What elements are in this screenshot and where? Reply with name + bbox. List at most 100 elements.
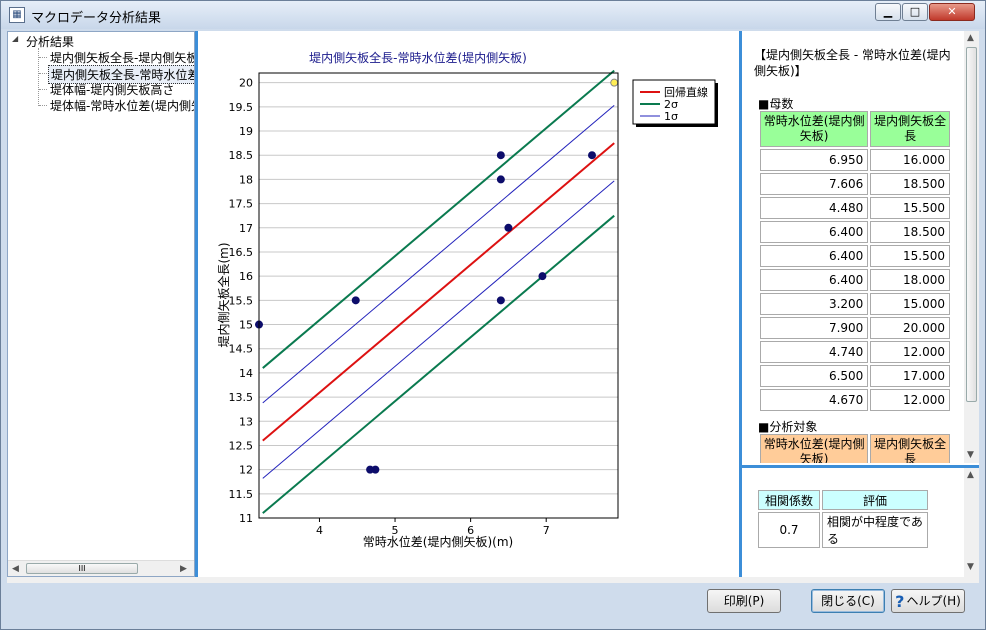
- target-col1-header: 常時水位差(堤内側矢板): [760, 434, 869, 463]
- expand-icon[interactable]: ◢: [12, 34, 18, 43]
- data-point: [496, 296, 505, 305]
- scatter-chart: 堤内側矢板全長-常時水位差(堤内側矢板) 11 11.5 12 12.5 13 13.5 1…: [216, 50, 718, 549]
- sheet-pile-length-cell: 12.000: [870, 389, 950, 411]
- tree-item-4[interactable]: 堤体幅-常時水位差(堤内側矢板): [50, 97, 194, 114]
- correlation-table: 相関係数 評価 0.7 相関が中程度である: [756, 488, 930, 550]
- tree-horizontal-scrollbar[interactable]: ◀ III ▶: [8, 560, 194, 576]
- help-button[interactable]: ? ヘルプ(H): [891, 589, 965, 613]
- y-tick-label: 11.5: [229, 488, 254, 501]
- population-col1-header: 常時水位差(堤内側矢板): [760, 111, 869, 147]
- x-tick-label: 4: [316, 524, 323, 537]
- y-tick-label: 14: [239, 367, 253, 380]
- y-tick-label: 14.5: [229, 343, 254, 356]
- population-row: 4.480 15.500: [760, 197, 950, 219]
- x-axis-label: 常時水位差(堤内側矢板)(m): [363, 534, 513, 549]
- close-window-button[interactable]: ✕: [929, 3, 975, 21]
- data-point: [496, 151, 505, 160]
- chart-legend: 回帰直線 2σ 1σ: [632, 79, 718, 127]
- result-pane: 【堤内側矢板全長 - 常時水位差(堤内側矢板)】 ■母数 常時水位差(堤内側矢板…: [742, 31, 979, 577]
- maximize-button[interactable]: □: [902, 3, 928, 21]
- population-row: 4.670 12.000: [760, 389, 950, 411]
- evaluation-value: 相関が中程度である: [822, 512, 929, 548]
- correlation-vertical-scrollbar[interactable]: ▲ ▼: [964, 468, 979, 577]
- scroll-down-icon[interactable]: ▼: [967, 562, 974, 572]
- info-scroll-thumb[interactable]: [966, 47, 977, 402]
- close-button[interactable]: 閉じる(C): [811, 589, 885, 613]
- data-point: [538, 272, 547, 281]
- chart-pane: 堤内側矢板全長-常時水位差(堤内側矢板) 11 11.5 12 12.5 13 13.5 1…: [198, 31, 739, 577]
- tree-item-3[interactable]: 堤体幅-堤内側矢板高さ: [50, 81, 174, 98]
- legend-regression-label: 回帰直線: [664, 85, 708, 99]
- legend-1sigma-label: 1σ: [664, 110, 678, 123]
- target-col2-header: 堤内側矢板全長: [870, 434, 950, 463]
- y-tick-label: 17.5: [229, 198, 254, 211]
- population-info: 【堤内側矢板全長 - 常時水位差(堤内側矢板)】 ■母数 常時水位差(堤内側矢板…: [742, 31, 964, 463]
- help-icon: ?: [895, 591, 905, 611]
- scroll-down-icon[interactable]: ▼: [967, 450, 974, 460]
- sheet-pile-length-cell: 15.500: [870, 245, 950, 267]
- y-tick-label: 19: [239, 125, 253, 138]
- population-row: 6.400 18.000: [760, 269, 950, 291]
- tree-item-1[interactable]: 堤内側矢板全長-堤内側矢板高さ: [50, 49, 194, 66]
- minimize-button[interactable]: ▁: [875, 3, 901, 21]
- y-tick-label: 11: [239, 512, 253, 525]
- population-col2-header: 堤内側矢板全長: [870, 111, 950, 147]
- population-row: 6.500 17.000: [760, 365, 950, 387]
- data-point: [610, 78, 619, 87]
- population-table: 常時水位差(堤内側矢板) 堤内側矢板全長 6.950 16.000 7.606 18.…: [758, 109, 952, 413]
- app-window: ▦ マクロデータ分析結果 ▁ □ ✕ ◢ 分析結果 堤内側矢板全長-堤内側矢板高…: [0, 0, 986, 630]
- y-tick-label: 16.5: [229, 246, 254, 259]
- sheet-pile-length-cell: 17.000: [870, 365, 950, 387]
- population-row: 3.200 15.000: [760, 293, 950, 315]
- correlation-pane: 相関係数 評価 0.7 相関が中程度である ▲ ▼: [742, 468, 979, 577]
- sheet-pile-length-cell: 18.500: [870, 221, 950, 243]
- x-tick-label: 7: [543, 524, 550, 537]
- population-row: 6.400 15.500: [760, 245, 950, 267]
- population-row: 4.740 12.000: [760, 341, 950, 363]
- scroll-up-icon[interactable]: ▲: [967, 470, 974, 480]
- water-level-diff-cell: 6.400: [760, 269, 869, 291]
- water-level-diff-cell: 7.900: [760, 317, 869, 339]
- population-row: 7.900 20.000: [760, 317, 950, 339]
- scroll-right-icon[interactable]: ▶: [180, 564, 187, 574]
- chart-title: 堤内側矢板全長-常時水位差(堤内側矢板): [309, 50, 527, 65]
- data-point: [588, 151, 597, 160]
- scroll-left-icon[interactable]: ◀: [12, 564, 19, 574]
- y-tick-label: 18.5: [229, 149, 254, 162]
- info-vertical-scrollbar[interactable]: ▲ ▼: [964, 31, 979, 463]
- sheet-pile-length-cell: 20.000: [870, 317, 950, 339]
- y-tick-label: 15: [239, 319, 253, 332]
- target-table: 常時水位差(堤内側矢板) 堤内側矢板全長: [758, 432, 952, 463]
- water-level-diff-cell: 6.950: [760, 149, 869, 171]
- water-level-diff-cell: 4.670: [760, 389, 869, 411]
- water-level-diff-cell: 6.400: [760, 245, 869, 267]
- data-point: [351, 296, 360, 305]
- water-level-diff-cell: 4.740: [760, 341, 869, 363]
- regression-line: [262, 142, 615, 442]
- button-bar: 印刷(P) 閉じる(C) ? ヘルプ(H): [1, 583, 985, 629]
- correlation-coef-value: 0.7: [758, 512, 821, 548]
- client-area: ◢ 分析結果 堤内側矢板全長-堤内側矢板高さ 堤内側矢板全長-常時水位差(堤内側…: [7, 31, 979, 583]
- y-axis-label: 堤内側矢板全長(m): [216, 242, 231, 347]
- y-tick-label: 18: [239, 173, 253, 186]
- sigma2-upper-line: [262, 69, 615, 369]
- print-button[interactable]: 印刷(P): [707, 589, 781, 613]
- population-row: 7.606 18.500: [760, 173, 950, 195]
- analysis-tree: ◢ 分析結果 堤内側矢板全長-堤内側矢板高さ 堤内側矢板全長-常時水位差(堤内側…: [7, 31, 195, 577]
- y-tick-label: 19.5: [229, 101, 254, 114]
- data-point: [496, 175, 505, 184]
- scroll-up-icon[interactable]: ▲: [967, 33, 974, 43]
- data-point: [504, 223, 513, 232]
- sheet-pile-length-cell: 18.500: [870, 173, 950, 195]
- population-row: 6.400 18.500: [760, 221, 950, 243]
- app-icon: ▦: [9, 7, 25, 23]
- water-level-diff-cell: 3.200: [760, 293, 869, 315]
- scroll-thumb[interactable]: III: [26, 563, 138, 574]
- population-row: 6.950 16.000: [760, 149, 950, 171]
- tree-root[interactable]: 分析結果: [26, 33, 74, 50]
- y-tick-label: 13.5: [229, 391, 254, 404]
- y-tick-label: 12: [239, 464, 253, 477]
- y-tick-label: 16: [239, 270, 253, 283]
- y-tick-label: 13: [239, 415, 253, 428]
- evaluation-header: 評価: [822, 490, 929, 510]
